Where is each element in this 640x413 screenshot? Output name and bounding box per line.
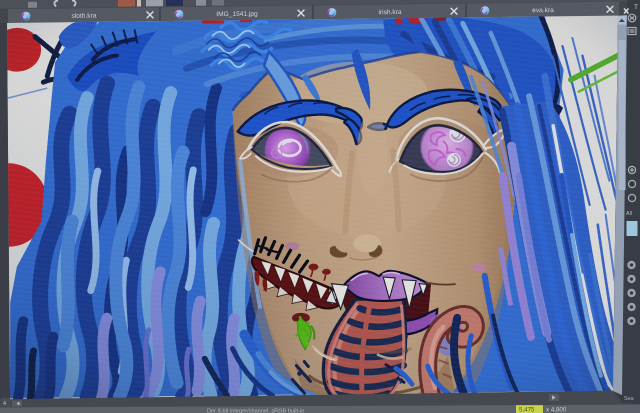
svg-text:eva.kra: eva.kra [532,7,554,14]
svg-text:irish.kra: irish.kra [378,9,401,16]
svg-text:sloth.kra: sloth.kra [72,13,97,20]
svg-text:Sea: Sea [624,396,634,402]
svg-text:5,475: 5,475 [519,407,535,413]
svg-text:Der 8-bit integer/channel, sRG: Der 8-bit integer/channel, sRGB built-in [207,408,304,413]
svg-text:All: All [626,211,632,217]
svg-text:IMG_1541.jpg: IMG_1541.jpg [216,11,258,19]
svg-text:T: T [634,4,638,11]
svg-text:4: 4 [3,401,6,407]
svg-text:x 4,800: x 4,800 [546,407,567,413]
